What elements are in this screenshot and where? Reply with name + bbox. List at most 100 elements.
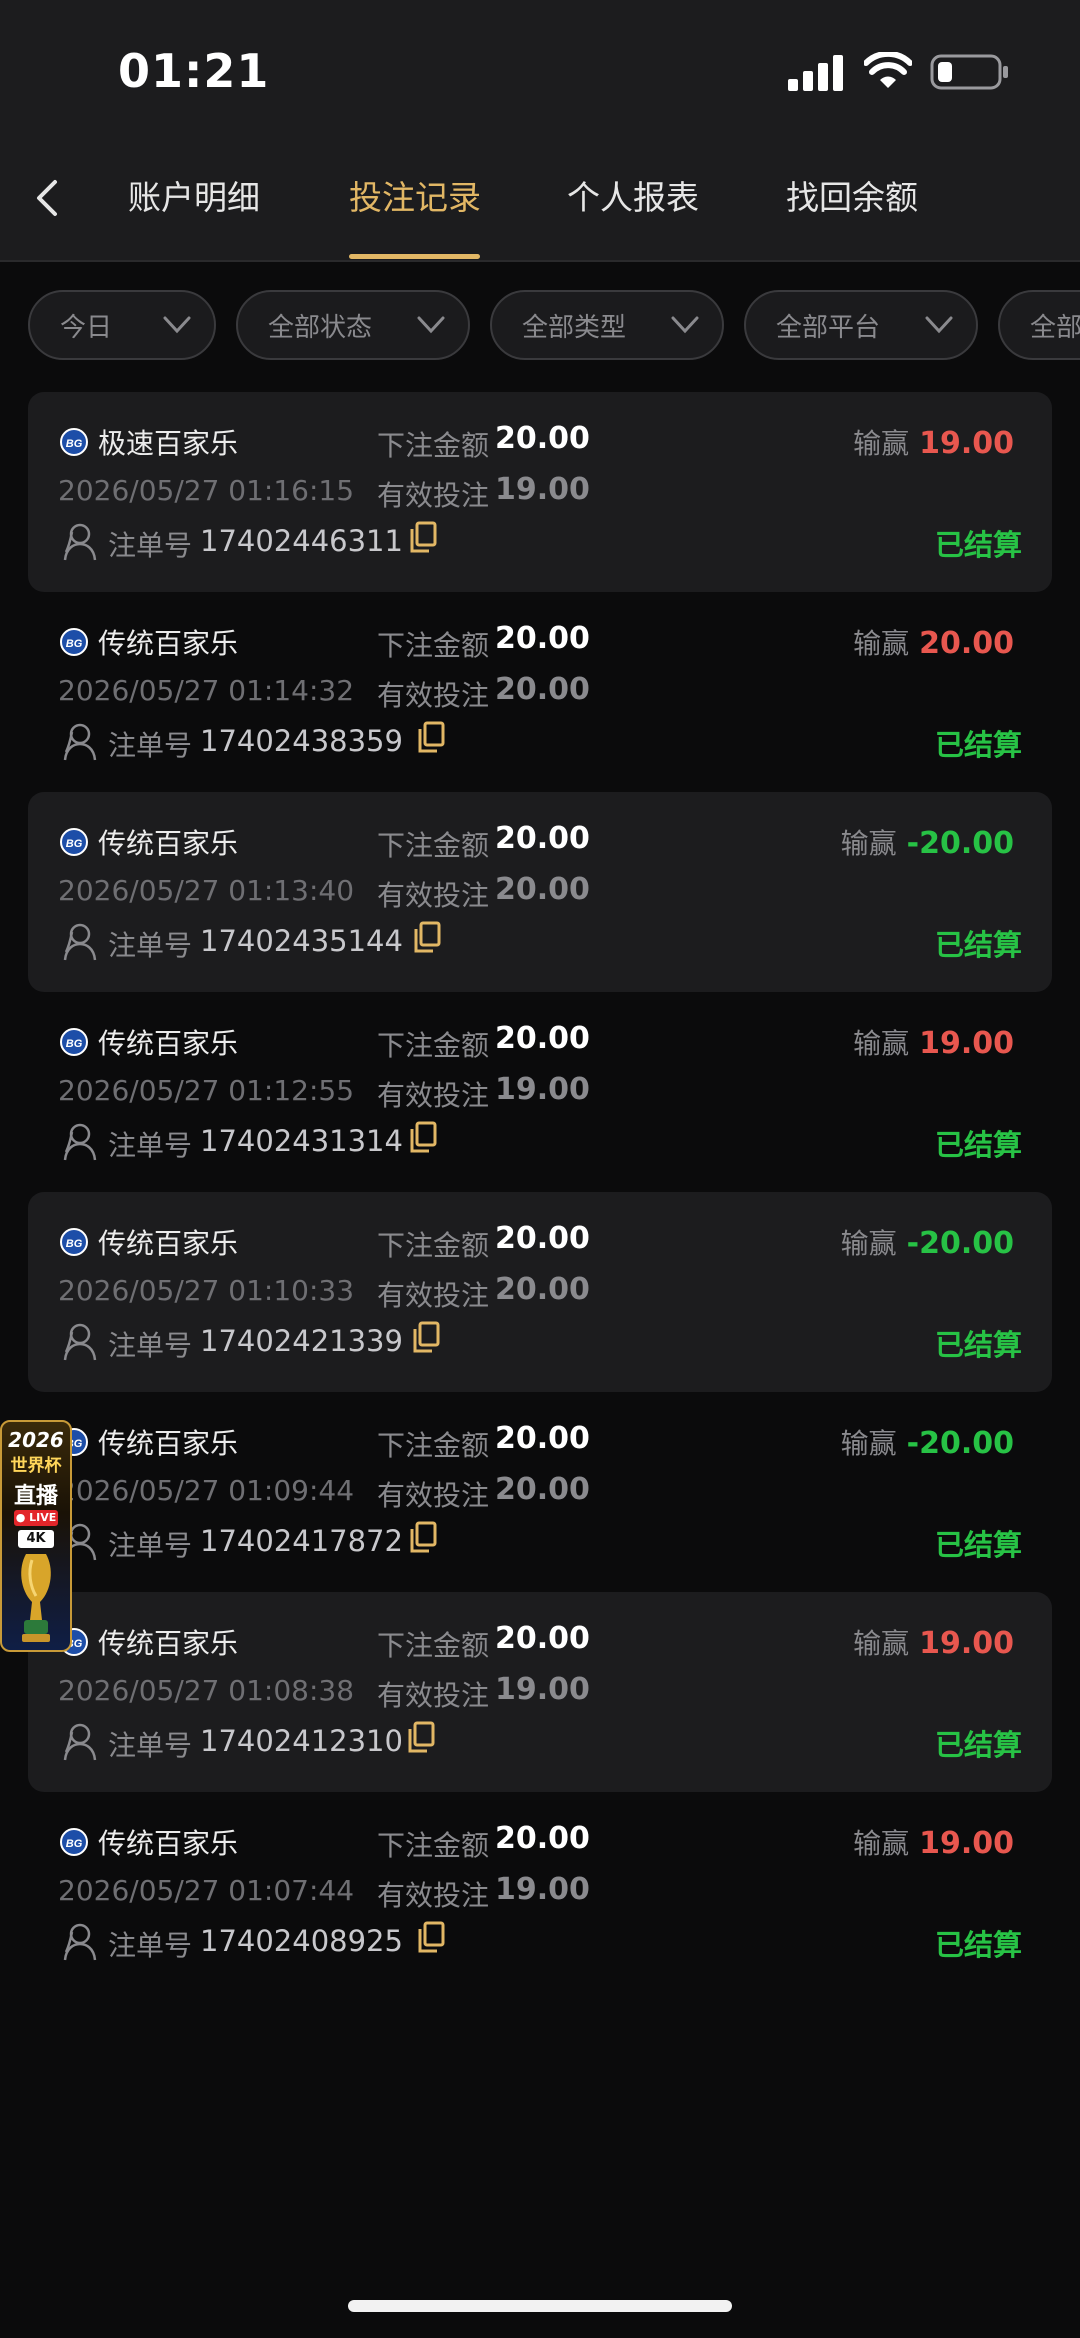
copy-icon[interactable] — [412, 920, 442, 954]
win-loss-label: 输赢 — [853, 627, 910, 660]
filter-more[interactable]: 全部 — [998, 290, 1080, 360]
tab-recover-balance[interactable]: 找回余额 — [786, 172, 918, 232]
battery-icon — [930, 54, 1008, 90]
win-loss: 输赢 -20.00 — [841, 1422, 1014, 1462]
valid-bet-label: 有效投注 — [377, 479, 490, 512]
filter-status[interactable]: 全部状态 — [236, 290, 470, 360]
valid-bet-label: 有效投注 — [377, 1879, 490, 1912]
valid-bet-label: 有效投注 — [377, 1479, 490, 1512]
active-tab-indicator — [349, 254, 480, 259]
valid-bet: 20.00 — [495, 1272, 590, 1307]
game-name: 极速百家乐 — [98, 427, 239, 460]
win-loss-value: 20.00 — [919, 626, 1014, 661]
order-number-label: 注单号 — [108, 729, 193, 762]
order-number-label: 注单号 — [108, 1329, 193, 1362]
bet-record[interactable]: BG 传统百家乐 下注金额 20.00 输赢 20.00 2026/05/27 0… — [28, 592, 1052, 792]
win-loss-label: 输赢 — [853, 427, 910, 460]
filter-date-label: 今日 — [60, 312, 113, 343]
valid-bet: 20.00 — [495, 1472, 590, 1507]
order-number: 17402446311 — [200, 524, 403, 558]
settled-status: 已结算 — [934, 728, 1022, 762]
bet-amount: 20.00 — [495, 821, 590, 856]
svg-text:BG: BG — [66, 838, 83, 850]
user-avatar-icon — [63, 523, 97, 561]
settled-status: 已结算 — [934, 1128, 1022, 1162]
order-number: 17402438359 — [200, 724, 403, 758]
valid-bet: 19.00 — [495, 1072, 590, 1107]
filter-type-label: 全部类型 — [522, 312, 627, 343]
bet-amount-label: 下注金额 — [377, 1029, 490, 1062]
bet-record[interactable]: BG 传统百家乐 下注金额 20.00 输赢 19.00 2026/05/27 0… — [28, 992, 1052, 1192]
bet-time: 2026/05/27 01:13:40 — [58, 874, 355, 907]
world-cup-live-promo[interactable]: 2026 世界杯 直播 ● LIVE 4K — [0, 1420, 72, 1652]
win-loss: 输赢 -20.00 — [841, 822, 1014, 862]
bet-record[interactable]: BG 传统百家乐 下注金额 20.00 输赢 -20.00 2026/05/27 … — [28, 792, 1052, 992]
bet-time: 2026/05/27 01:09:44 — [58, 1474, 355, 1507]
order-number-label: 注单号 — [108, 1729, 193, 1762]
tab-account-details[interactable]: 账户明细 — [128, 172, 260, 232]
promo-title: 世界杯 — [10, 1456, 62, 1476]
valid-bet-label: 有效投注 — [377, 1079, 490, 1112]
game-name: 传统百家乐 — [98, 627, 239, 660]
bet-time: 2026/05/27 01:10:33 — [58, 1274, 355, 1307]
win-loss: 输赢 -20.00 — [841, 1222, 1014, 1262]
bet-record[interactable]: BG 传统百家乐 下注金额 20.00 输赢 19.00 2026/05/27 0… — [28, 1792, 1052, 1992]
bet-record[interactable]: BG 极速百家乐 下注金额 20.00 输赢 19.00 2026/05/27 0… — [28, 392, 1052, 592]
filter-status-label: 全部状态 — [268, 312, 373, 343]
filter-platform-label: 全部平台 — [776, 312, 881, 343]
bet-record[interactable]: BG 传统百家乐 下注金额 20.00 输赢 -20.00 2026/05/27 … — [28, 1392, 1052, 1592]
valid-bet-label: 有效投注 — [377, 1279, 490, 1312]
win-loss: 输赢 20.00 — [853, 622, 1014, 662]
wifi-icon — [864, 52, 912, 88]
user-avatar-icon — [63, 1923, 97, 1961]
platform-logo-icon: BG — [60, 1228, 88, 1256]
settled-status: 已结算 — [934, 1328, 1022, 1362]
bet-record[interactable]: BG 传统百家乐 下注金额 20.00 输赢 -20.00 2026/05/27 … — [28, 1192, 1052, 1392]
svg-text:BG: BG — [66, 1038, 83, 1050]
valid-bet-label: 有效投注 — [377, 1679, 490, 1712]
order-number: 17402412310 — [200, 1724, 403, 1758]
copy-icon[interactable] — [408, 1120, 438, 1154]
game-name: 传统百家乐 — [98, 1027, 239, 1060]
status-time: 01:21 — [118, 44, 270, 98]
filter-date[interactable]: 今日 — [28, 290, 216, 360]
win-loss-value: -20.00 — [906, 1426, 1014, 1461]
copy-icon[interactable] — [416, 720, 446, 754]
home-indicator[interactable] — [348, 2300, 732, 2312]
bet-record[interactable]: BG 传统百家乐 下注金额 20.00 输赢 19.00 2026/05/27 0… — [28, 1592, 1052, 1792]
bet-amount-label: 下注金额 — [377, 1229, 490, 1262]
order-number-label: 注单号 — [108, 1129, 193, 1162]
filter-type[interactable]: 全部类型 — [490, 290, 724, 360]
copy-icon[interactable] — [406, 1720, 436, 1754]
bet-amount-label: 下注金额 — [377, 1629, 490, 1662]
win-loss-label: 输赢 — [840, 827, 897, 860]
bet-amount: 20.00 — [495, 1221, 590, 1256]
game-name: 传统百家乐 — [98, 1827, 239, 1860]
valid-bet-label: 有效投注 — [377, 879, 490, 912]
copy-icon[interactable] — [416, 1920, 446, 1954]
trophy-icon — [21, 1554, 51, 1642]
cellular-signal-icon — [788, 55, 843, 91]
valid-bet-label: 有效投注 — [377, 679, 490, 712]
copy-icon[interactable] — [408, 520, 438, 554]
valid-bet: 19.00 — [495, 472, 590, 507]
tab-bet-records[interactable]: 投注记录 — [349, 172, 481, 232]
settled-status: 已结算 — [934, 528, 1022, 562]
platform-logo-icon: BG — [60, 428, 88, 456]
copy-icon[interactable] — [408, 1520, 438, 1554]
back-button[interactable] — [24, 168, 68, 228]
svg-text:BG: BG — [66, 1838, 83, 1850]
tab-personal-report[interactable]: 个人报表 — [567, 172, 699, 232]
settled-status: 已结算 — [934, 928, 1022, 962]
user-avatar-icon — [63, 923, 97, 961]
quality-badge: 4K — [18, 1530, 54, 1548]
copy-icon[interactable] — [411, 1320, 441, 1354]
bet-time: 2026/05/27 01:07:44 — [58, 1874, 355, 1907]
chevron-down-icon — [163, 316, 191, 334]
win-loss-value: 19.00 — [919, 1026, 1014, 1061]
win-loss: 输赢 19.00 — [853, 1022, 1014, 1062]
win-loss-label: 输赢 — [853, 1627, 910, 1660]
filter-platform[interactable]: 全部平台 — [744, 290, 978, 360]
win-loss-label: 输赢 — [840, 1227, 897, 1260]
order-number: 17402408925 — [200, 1924, 403, 1958]
